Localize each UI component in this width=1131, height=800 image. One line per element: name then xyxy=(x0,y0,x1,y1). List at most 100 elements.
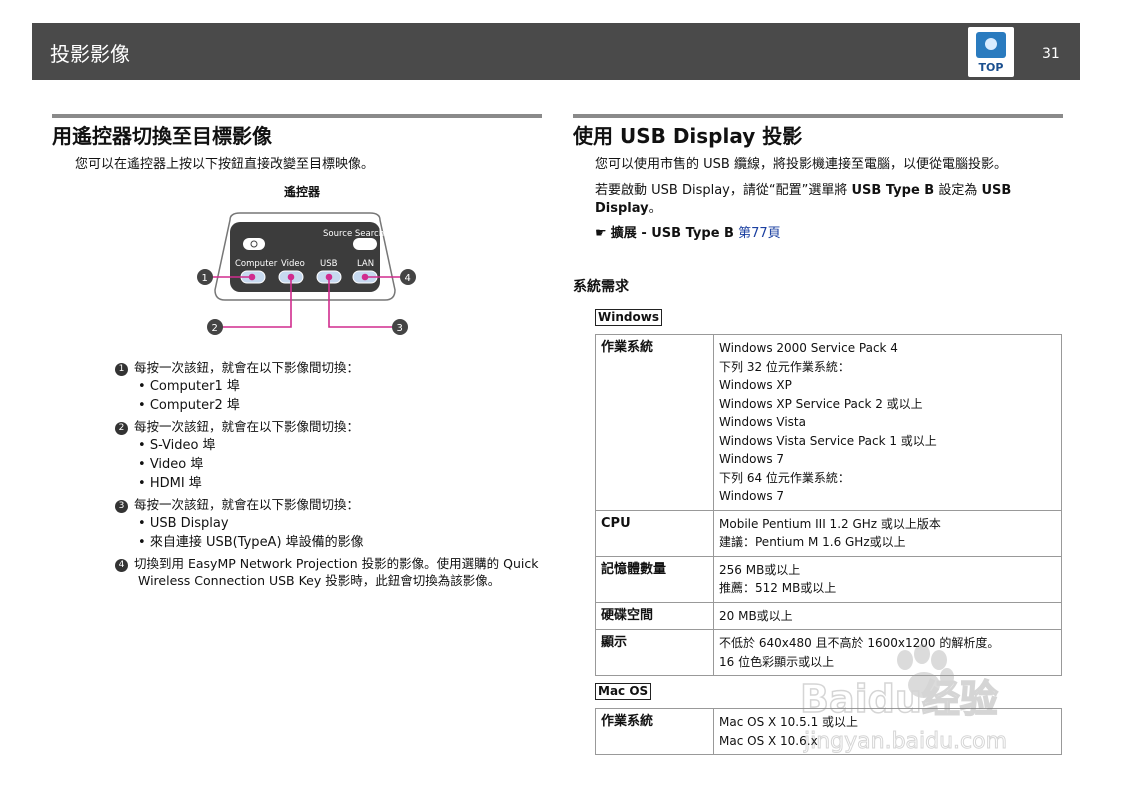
callout-num-4: 4 xyxy=(405,273,411,284)
list-item: • S-Video 埠 xyxy=(138,438,216,453)
item-4: 4 切換到用 EasyMP Network Projection 投影的影像。使用… xyxy=(115,555,545,573)
row-value: Mobile Pentium III 1.2 GHz 或以上版本 建議：Pent… xyxy=(713,509,1062,557)
item-1: 1 每按一次該鈕，就會在以下影像間切換： xyxy=(115,359,359,377)
baidu-watermark: Baidu经验 jingyan.baidu.com xyxy=(800,644,1008,755)
callout-dot-1 xyxy=(248,273,256,281)
top-link-button[interactable]: TOP xyxy=(968,27,1014,77)
item-text: 切換到用 EasyMP Network Projection 投影的影像。使用選… xyxy=(134,556,539,571)
p2-text: 設定為 xyxy=(934,183,982,198)
list-item: • Computer1 埠 xyxy=(138,379,240,394)
power-button xyxy=(243,238,265,250)
value-line: 下列 64 位元作業系統： xyxy=(719,470,850,485)
bullet-text: HDMI 埠 xyxy=(149,476,202,491)
windows-label: Windows xyxy=(595,309,662,326)
callout-num-1: 1 xyxy=(202,273,208,284)
p2-text: 。 xyxy=(648,201,662,216)
pointing-hand-icon: ☛ xyxy=(595,226,607,241)
list-item: • Video 埠 xyxy=(138,457,204,472)
callout-dot-4 xyxy=(361,273,369,281)
row-key: 作業系統 xyxy=(595,708,714,755)
btn-label-usb: USB xyxy=(320,259,338,269)
item-number: 1 xyxy=(115,363,128,376)
btn-label-computer: Computer xyxy=(235,259,278,269)
p2-setting: USB Type B xyxy=(851,183,935,198)
callout-dot-2 xyxy=(287,273,295,281)
sysreq-heading: 系統需求 xyxy=(573,279,629,295)
left-heading: 用遙控器切換至目標影像 xyxy=(52,124,272,148)
reference-text: 擴展 - USB Type B xyxy=(610,226,734,241)
reference-link[interactable]: 第77頁 xyxy=(738,226,781,241)
bullet-text: Computer1 埠 xyxy=(149,379,240,394)
item-text: 每按一次該鈕，就會在以下影像間切換： xyxy=(134,419,360,434)
value-line: 建議：Pentium M 1.6 GHz或以上 xyxy=(719,535,906,549)
source-search-button xyxy=(353,238,377,250)
value-line: 256 MB或以上 xyxy=(719,562,801,577)
item-2: 2 每按一次該鈕，就會在以下影像間切換： xyxy=(115,418,359,436)
item-text: 每按一次該鈕，就會在以下影像間切換： xyxy=(134,360,360,375)
left-intro: 您可以在遙控器上按以下按鈕直接改變至目標映像。 xyxy=(75,157,375,172)
item-number: 3 xyxy=(115,500,128,513)
item-number: 4 xyxy=(115,559,128,572)
row-key: 記憶體數量 xyxy=(595,555,714,603)
p2-text: 若要啟動 USB Display，請從“配置”選單將 xyxy=(595,183,852,198)
row-value: Windows 2000 Service Pack 4 下列 32 位元作業系統… xyxy=(713,334,1062,511)
value-line: Windows XP Service Pack 2 或以上 xyxy=(719,396,923,411)
row-value: 20 MB或以上 xyxy=(713,601,1062,630)
list-item: • HDMI 埠 xyxy=(138,476,202,491)
callout-dot-3 xyxy=(325,273,333,281)
row-value: 256 MB或以上 推薦：512 MB或以上 xyxy=(713,555,1062,603)
value-line: 推薦：512 MB或以上 xyxy=(719,581,837,595)
remote-diagram: Source Search Computer Video USB LAN 1 2… xyxy=(197,212,416,335)
value-line: Windows 7 xyxy=(719,452,785,466)
mac-os-label: Mac OS xyxy=(595,683,652,700)
section-rule xyxy=(52,114,542,118)
p2-value: USB xyxy=(981,183,1012,198)
value-line: Windows XP xyxy=(719,378,792,392)
bullet-text: Video 埠 xyxy=(149,457,204,472)
callout-num-3: 3 xyxy=(397,323,403,334)
row-key: 作業系統 xyxy=(595,334,714,511)
bullet-text: 來自連接 USB(TypeA) 埠設備的影像 xyxy=(149,535,364,550)
bullet-text: S-Video 埠 xyxy=(149,438,216,453)
row-key: 顯示 xyxy=(595,629,714,676)
diagram-caption: 遙控器 xyxy=(284,185,321,199)
list-item: • Computer2 埠 xyxy=(138,398,240,413)
right-p1: 您可以使用市售的 USB 纜線，將投影機連接至電腦，以便從電腦投影。 xyxy=(595,157,1007,172)
value-line: Windows Vista Service Pack 1 或以上 xyxy=(719,433,937,448)
value-line: Mobile Pentium III 1.2 GHz 或以上版本 xyxy=(719,516,941,531)
bullet-text: USB Display xyxy=(149,516,229,531)
row-key: 硬碟空間 xyxy=(595,601,714,630)
btn-label-video: Video xyxy=(281,259,305,269)
right-p2: 若要啟動 USB Display，請從“配置”選單將 USB Type B 設定… xyxy=(595,182,1061,200)
value-line: 20 MB或以上 xyxy=(719,608,793,623)
section-title: 投影影像 xyxy=(50,42,130,66)
table-row: 作業系統 Windows 2000 Service Pack 4 下列 32 位… xyxy=(595,334,1062,511)
value-line: Windows 2000 Service Pack 4 xyxy=(719,341,898,355)
watermark-url: jingyan.baidu.com xyxy=(803,729,1007,754)
p2-value: Display xyxy=(595,201,649,216)
row-key: CPU xyxy=(595,509,714,557)
watermark-text: Baidu经验 xyxy=(800,677,998,721)
item-4-cont: Wireless Connection USB Key 投影時，此鈕會切換為該影… xyxy=(138,573,501,588)
item-text: 每按一次該鈕，就會在以下影像間切換： xyxy=(134,497,360,512)
page-header: 投影影像 TOP 31 xyxy=(32,23,1080,80)
list-item: • USB Display xyxy=(138,516,229,531)
projector-icon xyxy=(976,32,1006,58)
table-row: CPU Mobile Pentium III 1.2 GHz 或以上版本 建議：… xyxy=(595,509,1062,557)
callout-num-2: 2 xyxy=(212,323,218,334)
bullet-text: Computer2 埠 xyxy=(149,398,240,413)
table-row: 硬碟空間 20 MB或以上 xyxy=(595,601,1062,630)
cross-reference: ☛ 擴展 - USB Type B 第77頁 xyxy=(595,225,781,243)
source-search-label: Source Search xyxy=(323,229,384,239)
windows-requirements-table: 作業系統 Windows 2000 Service Pack 4 下列 32 位… xyxy=(595,334,1062,676)
section-rule xyxy=(573,114,1063,118)
value-line: Windows 7 xyxy=(719,489,785,503)
btn-label-lan: LAN xyxy=(357,259,374,269)
item-number: 2 xyxy=(115,422,128,435)
value-line: Windows Vista xyxy=(719,415,806,429)
top-label: TOP xyxy=(978,61,1004,74)
value-line: 下列 32 位元作業系統： xyxy=(719,359,850,374)
item-3: 3 每按一次該鈕，就會在以下影像間切換： xyxy=(115,496,359,514)
list-item: • 來自連接 USB(TypeA) 埠設備的影像 xyxy=(138,535,364,550)
right-heading: 使用 USB Display 投影 xyxy=(573,124,803,148)
